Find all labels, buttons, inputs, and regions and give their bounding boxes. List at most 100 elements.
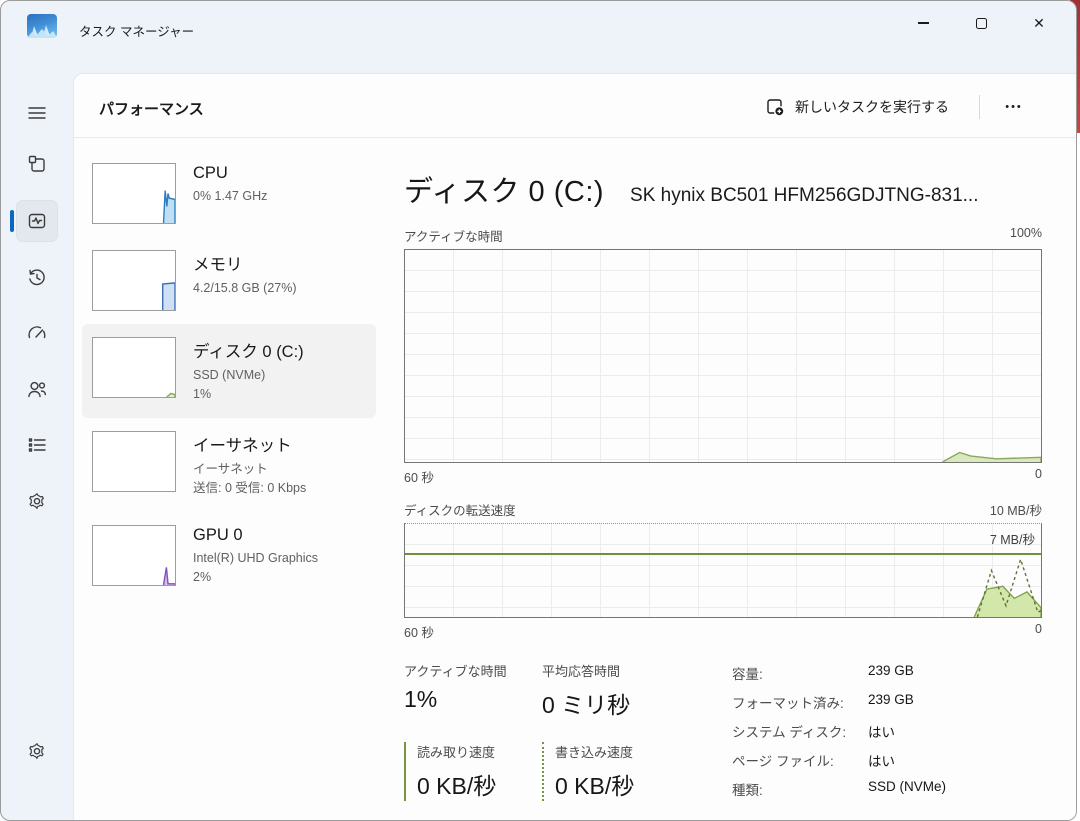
- chart2-x-right: 0: [1035, 622, 1042, 641]
- header-separator: [979, 95, 980, 119]
- perf-item-title: CPU: [193, 164, 267, 183]
- sidebar-item-users[interactable]: [17, 369, 57, 409]
- navigation-menu-button[interactable]: [17, 93, 57, 133]
- perf-list-item-cpu[interactable]: CPU 0% 1.47 GHz: [82, 150, 376, 237]
- disk-properties: 容量: 239 GB フォーマット済み: 239 GB システム ディスク: は…: [732, 661, 1042, 808]
- detail-title: ディスク 0 (C:): [404, 168, 604, 210]
- chart1-label: アクティブな時間: [404, 226, 503, 245]
- close-button[interactable]: ✕: [1010, 1, 1068, 45]
- chart1-x-right: 0: [1035, 467, 1042, 486]
- disk-detail-panel: ディスク 0 (C:) SK hynix BC501 HFM256GDJTNG-…: [404, 150, 1042, 808]
- performance-icon: [25, 209, 49, 233]
- sidebar-item-startup-apps[interactable]: [17, 313, 57, 353]
- perf-item-subtitle: 4.2/15.8 GB (27%): [193, 279, 297, 298]
- perf-thumbnail-chart: [92, 431, 176, 492]
- disk-property-label: フォーマット済み:: [732, 692, 868, 712]
- stat-avg-response-label: 平均応答時間: [542, 661, 680, 680]
- settings-gear-icon: [25, 739, 49, 763]
- perf-item-title: イーサネット: [193, 432, 306, 456]
- perf-thumbnail-chart: [92, 337, 176, 398]
- processes-icon: [25, 152, 49, 176]
- task-manager-window: タスク マネージャー ✕: [0, 0, 1077, 821]
- content-card: パフォーマンス 新しいタスクを実行する ••• CPU: [73, 73, 1076, 820]
- stat-write-speed: 書き込み速度 0 KB/秒: [542, 742, 680, 801]
- users-icon: [25, 377, 49, 401]
- titlebar[interactable]: タスク マネージャー ✕: [1, 1, 1076, 57]
- close-icon: ✕: [1033, 16, 1045, 30]
- perf-list-item-disk0[interactable]: ディスク 0 (C:) SSD (NVMe)1%: [82, 324, 376, 418]
- disk-property-row: 容量: 239 GB: [732, 663, 1042, 683]
- details-list-icon: [25, 433, 49, 457]
- speedometer-icon: [25, 321, 49, 345]
- perf-item-title: GPU 0: [193, 526, 318, 545]
- perf-item-title: メモリ: [193, 251, 297, 275]
- sidebar-item-details[interactable]: [17, 425, 57, 465]
- stat-active-time-label: アクティブな時間: [404, 661, 542, 680]
- run-new-task-label: 新しいタスクを実行する: [795, 97, 949, 117]
- sidebar: [1, 57, 73, 820]
- disk-property-label: システム ディスク:: [732, 721, 868, 741]
- active-time-chart[interactable]: [404, 249, 1042, 463]
- stat-avg-response-value: 0 ミリ秒: [542, 686, 680, 720]
- history-clock-icon: [25, 265, 49, 289]
- disk-property-value: SSD (NVMe): [868, 779, 946, 799]
- peak-scale-label: 7 MB/秒: [990, 529, 1035, 548]
- stat-read-speed-value: 0 KB/秒: [417, 767, 542, 801]
- disk-property-value: はい: [868, 750, 895, 770]
- stat-active-time: アクティブな時間 1%: [404, 661, 542, 720]
- hamburger-icon: [25, 101, 49, 125]
- disk-property-row: システム ディスク: はい: [732, 721, 1042, 741]
- more-options-button[interactable]: •••: [992, 90, 1036, 124]
- maximize-button[interactable]: [952, 1, 1010, 45]
- stat-avg-response: 平均応答時間 0 ミリ秒: [542, 661, 680, 720]
- perf-item-subtitle: SSD (NVMe)1%: [193, 366, 304, 405]
- sidebar-item-performance[interactable]: [17, 201, 57, 241]
- perf-list-item-ethernet[interactable]: イーサネット イーサネット送信: 0 受信: 0 Kbps: [82, 418, 376, 512]
- disk-property-label: 容量:: [732, 663, 868, 683]
- perf-item-subtitle: イーサネット送信: 0 受信: 0 Kbps: [193, 460, 306, 499]
- page-title: パフォーマンス: [99, 98, 204, 119]
- perf-thumbnail-chart: [92, 250, 176, 311]
- transfer-rate-chart[interactable]: 7 MB/秒: [404, 523, 1042, 618]
- minimize-button[interactable]: [894, 1, 952, 45]
- run-new-task-button[interactable]: 新しいタスクを実行する: [753, 90, 961, 124]
- disk-property-row: フォーマット済み: 239 GB: [732, 692, 1042, 712]
- performance-list: CPU 0% 1.47 GHz メモリ 4.2/15.8 GB (27%): [82, 150, 376, 600]
- chart2-label: ディスクの転送速度: [404, 500, 516, 519]
- new-task-icon: [765, 97, 785, 117]
- task-manager-app-icon: [27, 14, 57, 38]
- disk-model: SK hynix BC501 HFM256GDJTNG-831...: [630, 185, 978, 207]
- perf-thumbnail-chart: [92, 525, 176, 586]
- disk-property-value: はい: [868, 721, 895, 741]
- sidebar-item-services[interactable]: [17, 481, 57, 521]
- perf-thumbnail-chart: [92, 163, 176, 224]
- sidebar-item-app-history[interactable]: [17, 257, 57, 297]
- maximize-icon: [976, 18, 987, 29]
- disk-property-row: 種類: SSD (NVMe): [732, 779, 1042, 799]
- perf-list-item-gpu0[interactable]: GPU 0 Intel(R) UHD Graphics2%: [82, 512, 376, 601]
- services-cog-icon: [25, 489, 49, 513]
- minimize-icon: [918, 22, 929, 23]
- sidebar-item-processes[interactable]: [17, 144, 57, 184]
- stat-read-speed-label: 読み取り速度: [417, 742, 542, 761]
- stat-read-speed: 読み取り速度 0 KB/秒: [404, 742, 542, 801]
- chart2-max-label: 10 MB/秒: [990, 500, 1042, 519]
- perf-list-item-memory[interactable]: メモリ 4.2/15.8 GB (27%): [82, 237, 376, 324]
- command-bar: パフォーマンス 新しいタスクを実行する •••: [74, 74, 1076, 138]
- chart2-x-left: 60 秒: [404, 622, 434, 641]
- stat-write-speed-label: 書き込み速度: [555, 742, 680, 761]
- perf-item-title: ディスク 0 (C:): [193, 338, 304, 362]
- perf-item-subtitle: Intel(R) UHD Graphics2%: [193, 549, 318, 588]
- stat-write-speed-value: 0 KB/秒: [555, 767, 680, 801]
- disk-property-label: ページ ファイル:: [732, 750, 868, 770]
- disk-property-label: 種類:: [732, 779, 868, 799]
- window-title: タスク マネージャー: [79, 21, 194, 40]
- disk-property-value: 239 GB: [868, 663, 914, 683]
- sidebar-item-settings[interactable]: [17, 731, 57, 771]
- stat-active-time-value: 1%: [404, 686, 542, 713]
- peak-scale-line: [405, 553, 1041, 555]
- perf-item-subtitle: 0% 1.47 GHz: [193, 187, 267, 206]
- chart1-max-label: 100%: [1010, 226, 1042, 245]
- chart1-x-left: 60 秒: [404, 467, 434, 486]
- ellipsis-icon: •••: [1005, 101, 1023, 113]
